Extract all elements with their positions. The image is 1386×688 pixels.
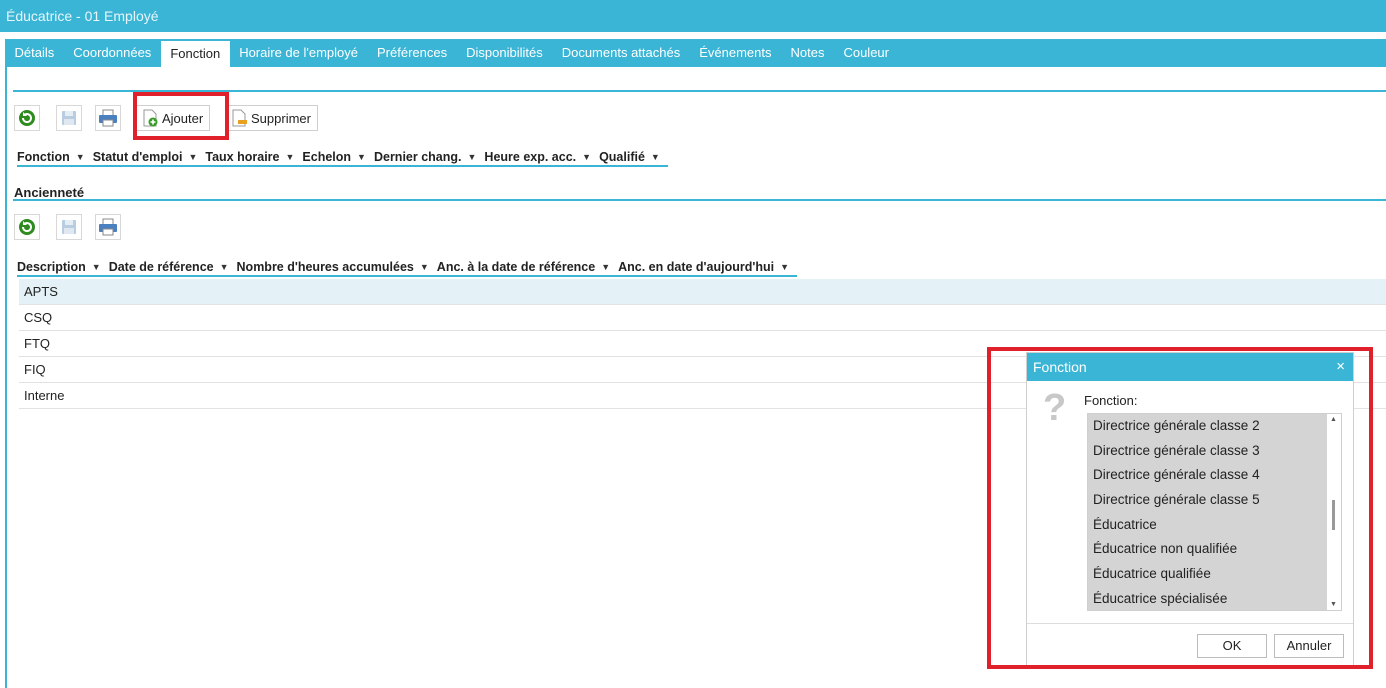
divider bbox=[13, 199, 1386, 201]
add-button-label: Ajouter bbox=[162, 110, 204, 126]
dialog-title: Fonction bbox=[1033, 359, 1087, 375]
filter-icon[interactable]: ▼ bbox=[357, 152, 366, 162]
column-header[interactable]: Dernier chang. ▼ bbox=[374, 150, 476, 164]
question-icon: ? bbox=[1043, 387, 1067, 429]
list-item[interactable]: Directrice générale classe 4 bbox=[1088, 463, 1327, 488]
filter-icon[interactable]: ▼ bbox=[601, 262, 610, 272]
save-icon bbox=[62, 220, 76, 234]
ok-button[interactable]: OK bbox=[1197, 634, 1267, 658]
close-icon[interactable]: × bbox=[1336, 353, 1345, 381]
dialog-titlebar: Fonction × bbox=[1027, 353, 1353, 381]
filter-icon[interactable]: ▼ bbox=[780, 262, 789, 272]
refresh-icon bbox=[19, 110, 35, 126]
refresh-button[interactable] bbox=[14, 105, 40, 131]
tab-fonction[interactable]: Fonction bbox=[160, 41, 230, 67]
scroll-up-icon[interactable]: ▲ bbox=[1330, 416, 1337, 423]
anciennete-save-button[interactable] bbox=[56, 214, 82, 240]
column-header[interactable]: Heure exp. acc. ▼ bbox=[484, 150, 591, 164]
list-item[interactable]: Éducatrice bbox=[1088, 513, 1327, 538]
anciennete-print-button[interactable] bbox=[95, 214, 121, 240]
column-header[interactable]: Taux horaire ▼ bbox=[205, 150, 294, 164]
table-row[interactable]: CSQ bbox=[19, 305, 1386, 331]
filter-icon[interactable]: ▼ bbox=[188, 152, 197, 162]
delete-button[interactable]: Supprimer bbox=[225, 105, 318, 131]
tab-preferences[interactable]: Préférences bbox=[368, 39, 457, 67]
anciennete-grid-header: Description ▼ Date de référence ▼ Nombre d… bbox=[17, 260, 797, 277]
filter-icon[interactable]: ▼ bbox=[76, 152, 85, 162]
column-header[interactable]: Anc. en date d'aujourd'hui ▼ bbox=[618, 260, 789, 274]
filter-icon[interactable]: ▼ bbox=[468, 152, 477, 162]
list-item[interactable]: Directrice générale classe 3 bbox=[1088, 439, 1327, 464]
fonction-dialog: Fonction × ? Fonction: Directrice généra… bbox=[1026, 352, 1354, 666]
list-item[interactable]: Directrice générale classe 2 bbox=[1088, 414, 1327, 439]
window-title: Éducatrice - 01 Employé bbox=[0, 0, 1386, 32]
list-item[interactable]: Éducatrice non qualifiée bbox=[1088, 537, 1327, 562]
fonction-listbox[interactable]: Directrice générale classe 2 Directrice … bbox=[1087, 413, 1342, 611]
tab-notes[interactable]: Notes bbox=[781, 39, 834, 67]
fonction-grid-header: Fonction ▼ Statut d'emploi ▼ Taux horaire ▼… bbox=[17, 150, 668, 167]
tab-disponibilites[interactable]: Disponibilités bbox=[457, 39, 553, 67]
listbox-items: Directrice générale classe 2 Directrice … bbox=[1088, 414, 1327, 610]
column-header[interactable]: Date de référence ▼ bbox=[109, 260, 229, 274]
add-document-icon bbox=[143, 109, 158, 127]
dialog-divider bbox=[1027, 623, 1353, 624]
print-icon bbox=[99, 109, 117, 127]
save-icon bbox=[62, 111, 76, 125]
filter-icon[interactable]: ▼ bbox=[220, 262, 229, 272]
save-button[interactable] bbox=[56, 105, 82, 131]
tab-documents[interactable]: Documents attachés bbox=[552, 39, 690, 67]
list-item[interactable]: Éducatrice qualifiée bbox=[1088, 562, 1327, 587]
tab-horaire[interactable]: Horaire de l'employé bbox=[230, 39, 368, 67]
tab-couleur[interactable]: Couleur bbox=[834, 39, 899, 67]
list-item[interactable]: Directrice générale classe 5 bbox=[1088, 488, 1327, 513]
filter-icon[interactable]: ▼ bbox=[420, 262, 429, 272]
tab-bar: Détails Coordonnées Fonction Horaire de … bbox=[5, 39, 1386, 67]
anciennete-refresh-button[interactable] bbox=[14, 214, 40, 240]
filter-icon[interactable]: ▼ bbox=[582, 152, 591, 162]
column-header[interactable]: Statut d'emploi ▼ bbox=[93, 150, 198, 164]
column-header[interactable]: Anc. à la date de référence ▼ bbox=[437, 260, 610, 274]
column-header[interactable]: Echelon ▼ bbox=[302, 150, 366, 164]
filter-icon[interactable]: ▼ bbox=[92, 262, 101, 272]
column-header[interactable]: Qualifié ▼ bbox=[599, 150, 660, 164]
dialog-label: Fonction: bbox=[1084, 393, 1138, 408]
cancel-button[interactable]: Annuler bbox=[1274, 634, 1344, 658]
listbox-scrollbar[interactable]: ▲ ▼ bbox=[1327, 414, 1341, 610]
refresh-icon bbox=[19, 219, 35, 235]
scroll-down-icon[interactable]: ▼ bbox=[1330, 601, 1337, 608]
tab-coordonnees[interactable]: Coordonnées bbox=[64, 39, 161, 67]
tab-evenements[interactable]: Événements bbox=[690, 39, 781, 67]
column-header[interactable]: Description ▼ bbox=[17, 260, 101, 274]
list-item[interactable]: Éducatrice spécialisée bbox=[1088, 587, 1327, 610]
delete-button-label: Supprimer bbox=[251, 110, 311, 126]
add-button[interactable]: Ajouter bbox=[136, 105, 211, 131]
print-icon bbox=[99, 218, 117, 236]
delete-document-icon bbox=[232, 109, 247, 127]
print-button[interactable] bbox=[95, 105, 121, 131]
filter-icon[interactable]: ▼ bbox=[286, 152, 295, 162]
scrollbar-thumb[interactable] bbox=[1332, 500, 1335, 530]
column-header[interactable]: Nombre d'heures accumulées ▼ bbox=[237, 260, 429, 274]
filter-icon[interactable]: ▼ bbox=[651, 152, 660, 162]
anciennete-title: Ancienneté bbox=[14, 185, 85, 200]
tab-details[interactable]: Détails bbox=[5, 39, 64, 67]
divider bbox=[13, 90, 1386, 92]
table-row[interactable]: APTS bbox=[19, 279, 1386, 305]
column-header[interactable]: Fonction ▼ bbox=[17, 150, 85, 164]
